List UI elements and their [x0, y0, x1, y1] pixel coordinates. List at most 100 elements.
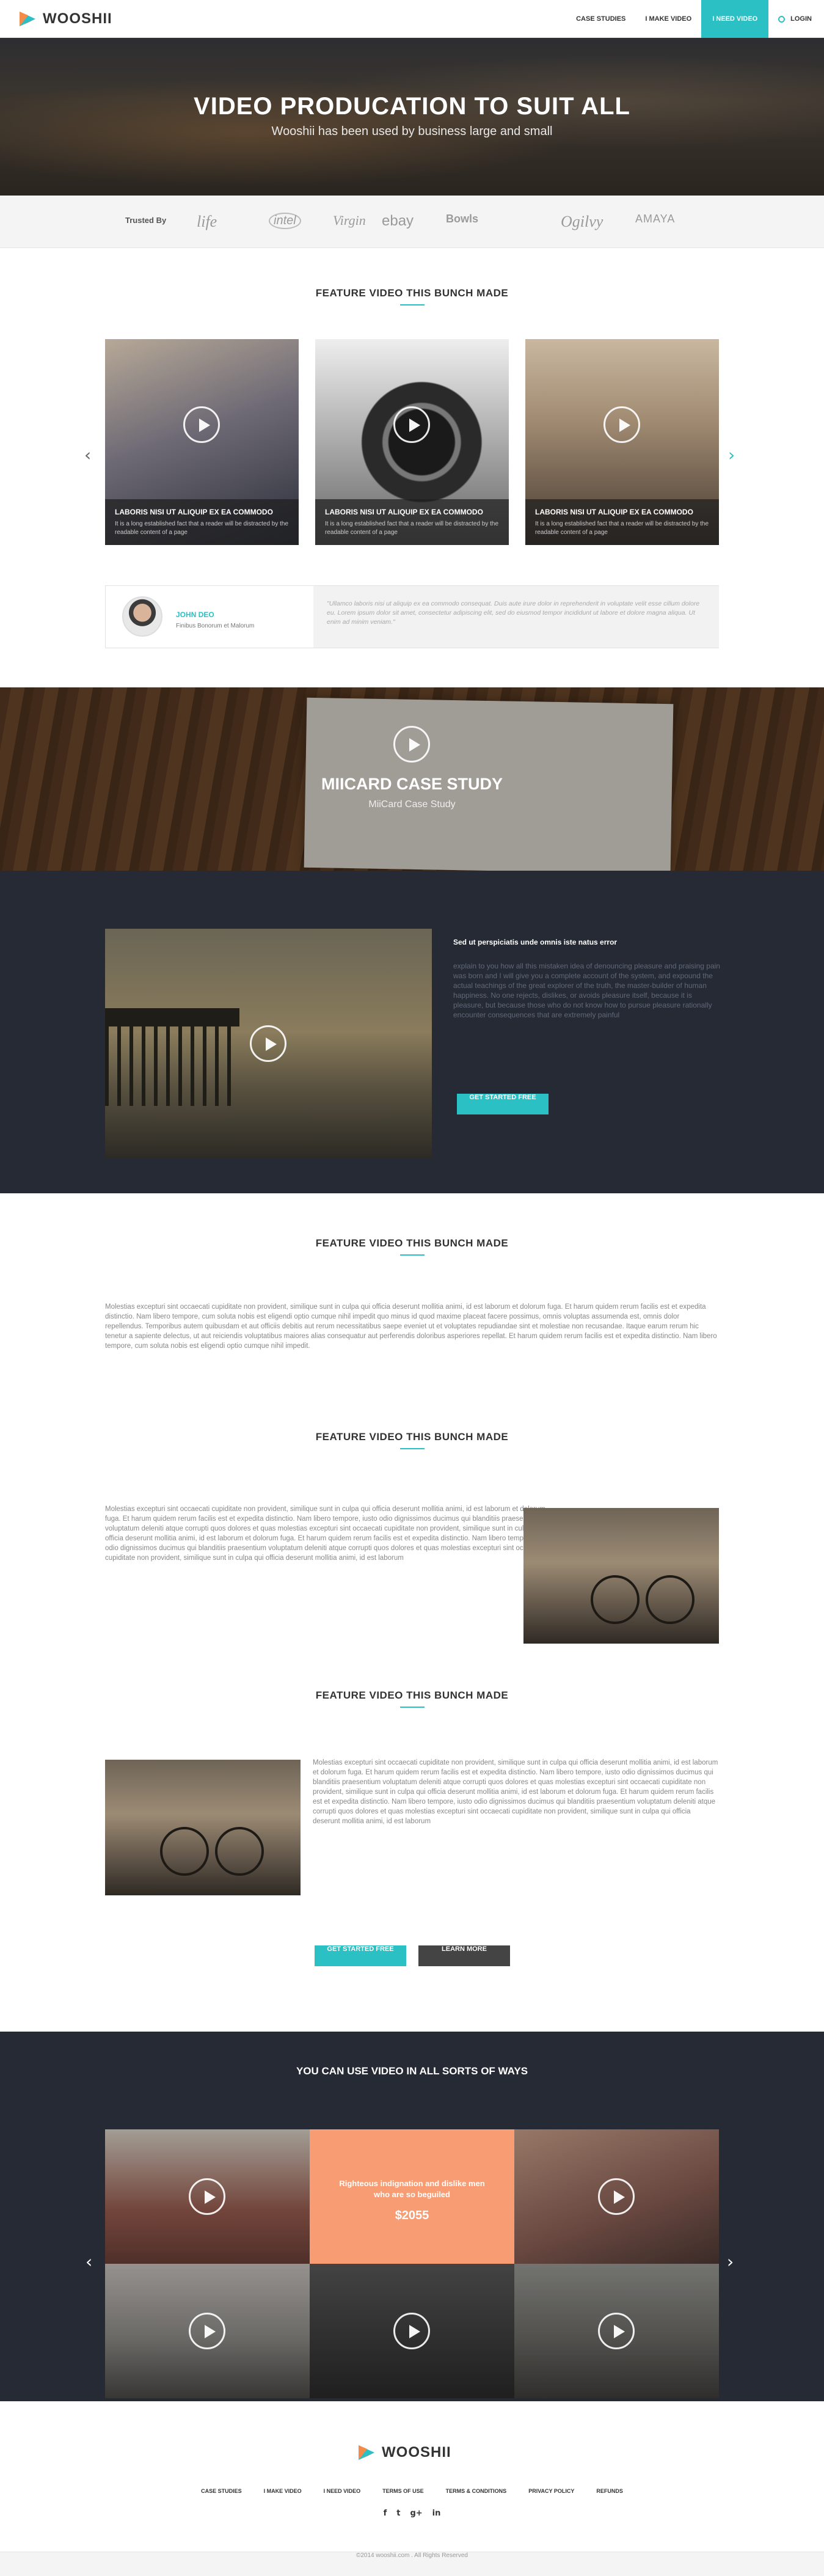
section-title: FEATURE VIDEO THIS BUNCH MADE — [315, 1689, 509, 1701]
section-title: FEATURE VIDEO THIS BUNCH MADE — [315, 1431, 509, 1443]
nav-case-studies[interactable]: CASE STUDIES — [566, 0, 635, 38]
learn-more-button[interactable]: LEARN MORE — [418, 1945, 510, 1966]
ways-section: YOU CAN USE VIDEO IN ALL SORTS OF WAYS ‹… — [0, 2032, 824, 2401]
video-card[interactable]: LABORIS NISI UT ALIQUIP EX EA COMMODO It… — [525, 339, 719, 545]
brand-logo-amaya: AMAYA — [635, 213, 676, 225]
gallery-tile[interactable] — [514, 2129, 719, 2264]
gallery-tile[interactable] — [105, 2264, 310, 2398]
bike-wheel — [160, 1827, 209, 1876]
bike-photo — [105, 1760, 301, 1895]
facebook-icon[interactable]: f — [384, 2509, 387, 2518]
brand-logo-life: life — [197, 213, 217, 230]
play-icon[interactable] — [189, 2178, 225, 2215]
chevron-right-icon[interactable]: › — [727, 2252, 734, 2272]
main-nav: CASE STUDIES I MAKE VIDEO I NEED VIDEO L… — [566, 0, 824, 38]
case-subtitle: MiiCard Case Study — [368, 799, 456, 810]
case-title: MIICARD CASE STUDY — [321, 775, 503, 793]
footer-links: CASE STUDIES I MAKE VIDEO I NEED VIDEO T… — [0, 2488, 824, 2494]
video-desc: It is a long established fact that a rea… — [535, 521, 709, 536]
footer-link-privacy-policy[interactable]: PRIVACY POLICY — [517, 2488, 585, 2494]
play-icon[interactable] — [598, 2178, 635, 2215]
gallery-tile[interactable] — [514, 2264, 719, 2398]
video-caption: LABORIS NISI UT ALIQUIP EX EA COMMODO It… — [105, 499, 299, 545]
section-text: Molestias excepturi sint occaecati cupid… — [313, 1759, 718, 1825]
chevron-left-icon[interactable]: ‹ — [84, 445, 91, 465]
testimonial-quote: "Ullamco laboris nisi ut aliquip ex ea c… — [313, 586, 719, 648]
brand-logo-ogilvy: Ogilvy — [561, 213, 603, 230]
play-icon[interactable] — [598, 2313, 635, 2349]
bike-photo — [523, 1508, 719, 1644]
footer-link-terms-of-use[interactable]: TERMS OF USE — [371, 2488, 435, 2494]
title-underline — [400, 1254, 425, 1256]
play-icon[interactable] — [250, 1025, 286, 1062]
login-icon — [778, 15, 786, 23]
play-icon[interactable] — [183, 406, 220, 443]
site-header: WOOSHII CASE STUDIES I MAKE VIDEO I NEED… — [0, 0, 824, 38]
footer-link-i-make-video[interactable]: I MAKE VIDEO — [253, 2488, 313, 2494]
footer-link-case-studies[interactable]: CASE STUDIES — [190, 2488, 253, 2494]
play-icon[interactable] — [393, 726, 430, 763]
testimonial-name: JOHN DEO — [176, 610, 214, 619]
gallery-tile[interactable] — [310, 2264, 514, 2398]
promo-text: Righteous indignation and dislike men wh… — [339, 2179, 485, 2199]
video-caption: LABORIS NISI UT ALIQUIP EX EA COMMODO It… — [315, 499, 509, 545]
play-icon[interactable] — [393, 2313, 430, 2349]
video-caption: LABORIS NISI UT ALIQUIP EX EA COMMODO It… — [525, 499, 719, 545]
trusted-label: Trusted By — [125, 216, 167, 225]
logo-text: WOOSHII — [43, 10, 112, 27]
brand-logo-intel: intel — [269, 213, 301, 229]
google-plus-icon[interactable]: g+ — [410, 2509, 422, 2518]
bike-wheel — [646, 1575, 695, 1624]
video-title: LABORIS NISI UT ALIQUIP EX EA COMMODO — [115, 508, 273, 516]
gallery-tile[interactable] — [105, 2129, 310, 2264]
footer-link-i-need-video[interactable]: I NEED VIDEO — [313, 2488, 372, 2494]
brand-logo-bowls: Bowls — [446, 213, 479, 225]
dark-video-text: explain to you how all this mistaken ide… — [453, 962, 720, 1019]
social-links: f t g+ in — [0, 2509, 824, 2518]
brand-logo-virgin: Virgin — [333, 213, 366, 228]
get-started-button[interactable]: GET STARTED FREE — [315, 1945, 406, 1966]
hero-title: VIDEO PRODUCATION TO SUIT ALL — [194, 93, 630, 120]
video-title: LABORIS NISI UT ALIQUIP EX EA COMMODO — [535, 508, 693, 516]
section-title: FEATURE VIDEO THIS BUNCH MADE — [315, 1237, 509, 1249]
bike-wheel — [215, 1827, 264, 1876]
video-card[interactable]: LABORIS NISI UT ALIQUIP EX EA COMMODO It… — [315, 339, 509, 545]
section-text: Molestias excepturi sint occaecati cupid… — [105, 1506, 553, 1562]
linkedin-icon[interactable]: in — [432, 2509, 441, 2518]
case-study-banner[interactable]: MIICARD CASE STUDY MiiCard Case Study — [0, 687, 824, 871]
nav-i-make-video[interactable]: I MAKE VIDEO — [635, 0, 701, 38]
footer-link-terms-conditions[interactable]: TERMS & CONDITIONS — [435, 2488, 518, 2494]
dark-video-section: Sed ut perspiciatis unde omnis iste natu… — [0, 871, 824, 1193]
login-link[interactable]: LOGIN — [768, 15, 824, 23]
logo-icon — [359, 2445, 374, 2460]
trusted-by-bar: Trusted By life intel Virgin ebay Bowls … — [0, 196, 824, 248]
footer-logo[interactable]: WOOSHII — [357, 2444, 451, 2461]
title-underline — [400, 1448, 425, 1449]
copyright: ©2014 wooshii.com . All Rights Reserved — [0, 2552, 824, 2576]
nav-i-need-video[interactable]: I NEED VIDEO — [701, 0, 769, 38]
bike-wheel — [591, 1575, 640, 1624]
promo-price: $2055 — [395, 2209, 429, 2222]
chevron-right-icon[interactable]: › — [728, 445, 735, 465]
logo-icon — [20, 12, 35, 26]
video-desc: It is a long established fact that a rea… — [115, 521, 289, 536]
play-icon[interactable] — [189, 2313, 225, 2349]
logo[interactable]: WOOSHII — [18, 10, 112, 28]
hero-subtitle: Wooshii has been used by business large … — [271, 125, 553, 138]
footer-link-refunds[interactable]: REFUNDS — [585, 2488, 634, 2494]
section-text: Molestias excepturi sint occaecati cupid… — [105, 1303, 717, 1350]
promo-tile[interactable]: Righteous indignation and dislike men wh… — [310, 2129, 514, 2264]
video-card[interactable]: LABORIS NISI UT ALIQUIP EX EA COMMODO It… — [105, 339, 299, 545]
play-icon[interactable] — [603, 406, 640, 443]
chevron-left-icon[interactable]: ‹ — [86, 2252, 92, 2272]
testimonial: JOHN DEO Finibus Bonorum et Malorum "Ull… — [105, 585, 719, 648]
login-label: LOGIN — [790, 15, 812, 23]
title-underline — [400, 1707, 425, 1708]
brand-logo-ebay: ebay — [382, 213, 414, 229]
twitter-icon[interactable]: t — [396, 2509, 400, 2518]
video-thumbnail[interactable] — [105, 929, 432, 1158]
logo-text: WOOSHII — [382, 2444, 451, 2461]
dark-video-title: Sed ut perspiciatis unde omnis iste natu… — [453, 938, 618, 946]
get-started-button[interactable]: GET STARTED FREE — [457, 1094, 549, 1114]
play-icon[interactable] — [393, 406, 430, 443]
